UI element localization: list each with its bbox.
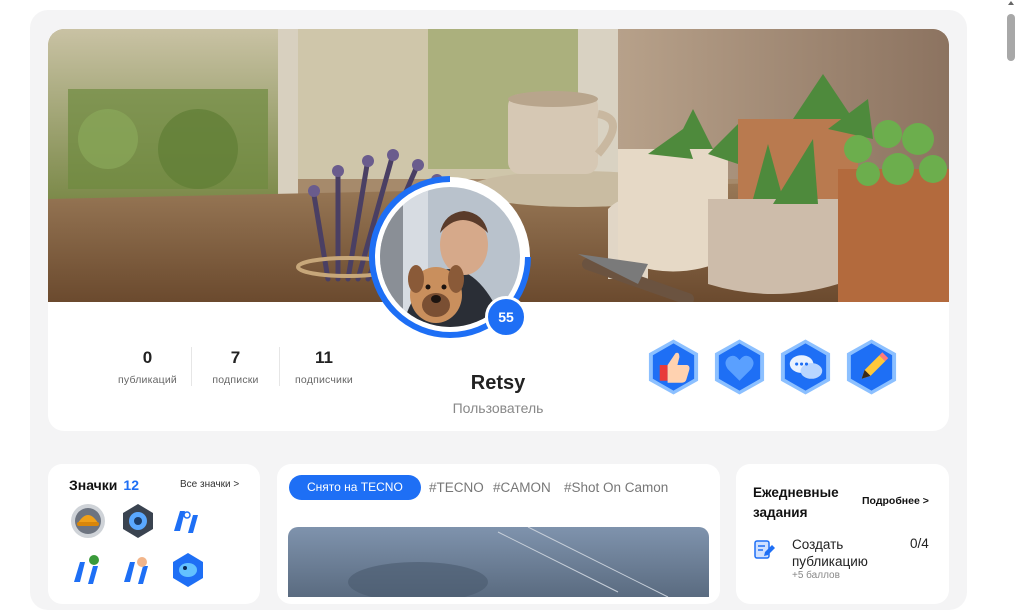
tag-tecno[interactable]: #TECNO [429, 480, 484, 495]
daily-tasks-panel: Ежедневные задания Подробнее > Создать п… [736, 464, 949, 604]
tag-camon[interactable]: #CAMON [493, 480, 551, 495]
task-progress: 0/4 [910, 536, 929, 551]
tasks-title: Ежедневные задания [753, 485, 839, 520]
stat-subscriptions[interactable]: 7 подписки [192, 347, 280, 386]
all-badges-link[interactable]: Все значки > [180, 479, 239, 490]
user-role: Пользователь [452, 400, 544, 416]
heart-icon[interactable] [710, 337, 769, 397]
badges-title-text: Значки [69, 477, 118, 493]
stat-label: подписки [212, 374, 259, 386]
stat-subscribers[interactable]: 11 подписчики [280, 347, 368, 386]
scrollbar[interactable] [1006, 0, 1016, 581]
gear-badge-icon[interactable] [120, 503, 156, 539]
level-badge: 55 [485, 296, 527, 338]
achievements-row [644, 337, 901, 397]
plant-badge-icon[interactable] [70, 552, 106, 588]
hand-badge-icon[interactable] [120, 552, 156, 588]
stat-label: подписчики [295, 374, 353, 386]
chat-bubbles-icon[interactable] [776, 337, 835, 397]
badges-panel: Значки 12 Все значки > [48, 464, 260, 604]
helmet-badge-icon[interactable] [70, 503, 106, 539]
feed-post-image[interactable] [288, 527, 709, 597]
dino-badge-icon[interactable] [170, 552, 206, 588]
badges-title: Значки 12 [69, 477, 139, 493]
edit-document-icon [754, 540, 775, 559]
feed-panel: Снято на TECNO #TECNO #CAMON #Shot On Ca… [277, 464, 720, 604]
task-reward: +5 баллов [792, 570, 840, 581]
scroll-up-icon[interactable] [1008, 1, 1014, 5]
pencil-icon[interactable] [842, 337, 901, 397]
tasks-more-link[interactable]: Подробнее > [862, 495, 929, 507]
tag-shot-on-camon[interactable]: #Shot On Camon [564, 480, 668, 495]
task-label: Создать публикацию [792, 537, 868, 569]
stat-value: 7 [230, 348, 241, 367]
scroll-thumb[interactable] [1007, 14, 1015, 61]
username: Retsy [470, 372, 526, 394]
stat-label: публикаций [118, 374, 177, 386]
thumbs-up-icon[interactable] [644, 337, 703, 397]
profile-stats: 0 публикаций 7 подписки 11 подписчики [104, 347, 368, 386]
badges-count: 12 [123, 477, 139, 493]
stat-publications[interactable]: 0 публикаций [104, 347, 192, 386]
letters-badge-icon[interactable] [170, 503, 206, 539]
tag-active[interactable]: Снято на TECNO [289, 475, 421, 500]
stat-value: 11 [315, 348, 333, 367]
stat-value: 0 [142, 348, 153, 367]
